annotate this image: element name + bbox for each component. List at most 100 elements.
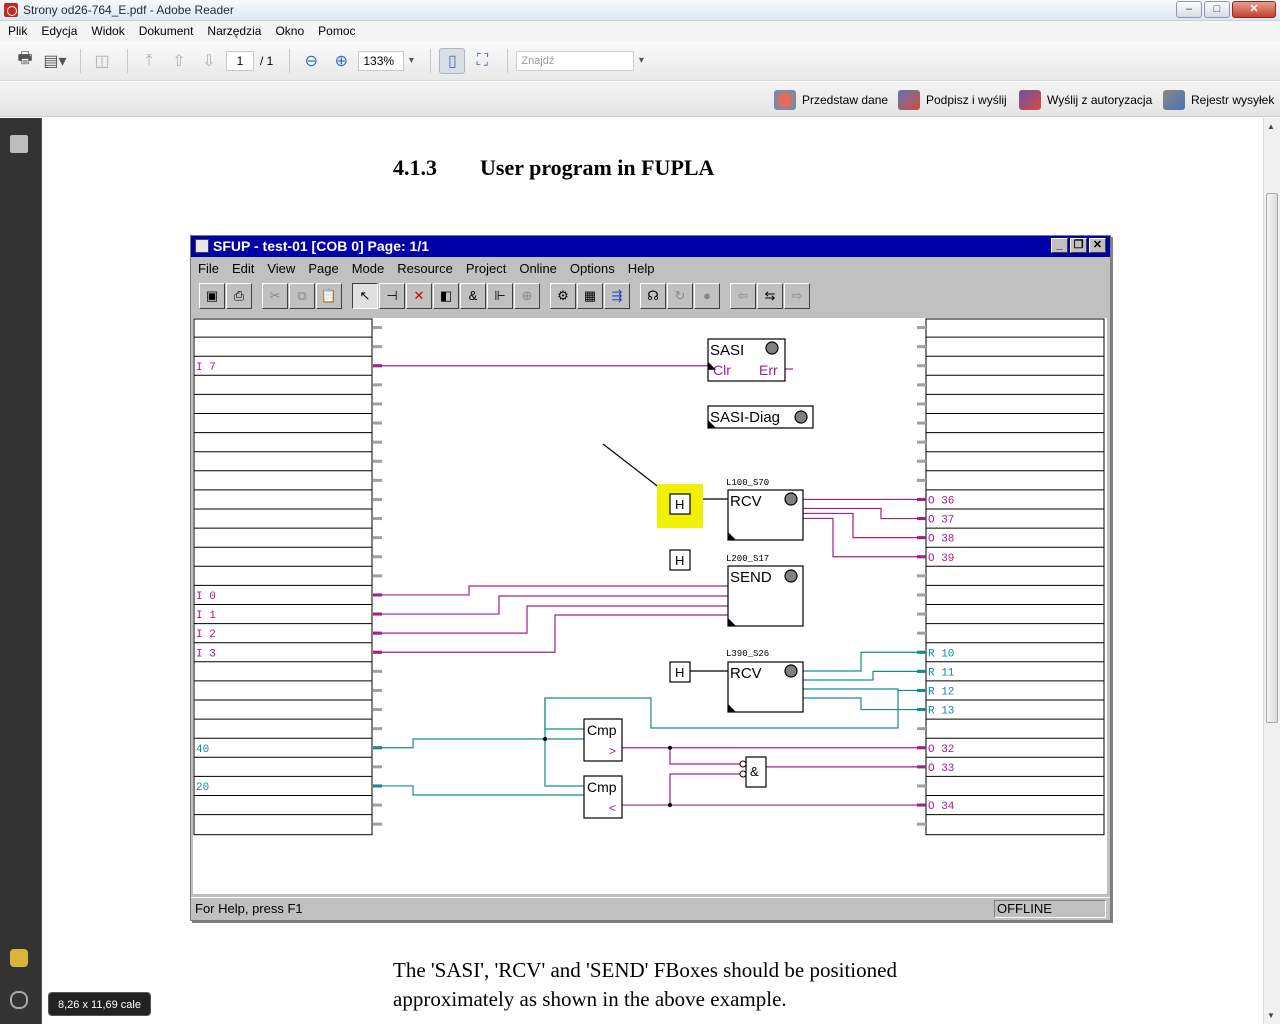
scroll-up-icon[interactable]: ▲ (1267, 122, 1275, 131)
sfup-fbox-icon: ◧ (433, 283, 459, 309)
page-size-tooltip: 8,26 x 11,69 cale (48, 992, 151, 1016)
right-pin (917, 574, 926, 578)
menu-edit[interactable]: Edycja (41, 24, 77, 38)
first-page-icon[interactable]: ⤒ (136, 48, 162, 74)
secondary-toolbar: Przedstaw dane Podpisz i wyślij Wyślij z… (0, 82, 1280, 117)
document-page: 4.1.3 User program in FUPLA SFUP - test-0… (43, 118, 1263, 1024)
sfup-menu-online: Online (519, 260, 557, 276)
left-pin (373, 345, 382, 349)
left-pin-active (373, 364, 382, 368)
right-pin-active (917, 536, 926, 540)
send-auth-button[interactable]: Wyślij z autoryzacja (1019, 90, 1152, 110)
left-pin (373, 421, 382, 425)
menu-view[interactable]: Widok (91, 24, 124, 38)
comments-icon[interactable] (10, 949, 28, 967)
sfup-link-icon: ⊕ (514, 283, 540, 309)
right-io-label: O 33 (928, 763, 954, 775)
status-led-icon (784, 492, 798, 506)
sfup-menu-project: Project (465, 260, 507, 276)
status-led-icon (784, 569, 798, 583)
next-page-icon[interactable]: ⇩ (196, 48, 222, 74)
left-pin (373, 574, 382, 578)
create-pdf-icon[interactable]: ▤▾ (42, 48, 68, 74)
minimize-button[interactable]: – (1176, 1, 1202, 18)
left-pin-active (373, 612, 382, 616)
pages-icon[interactable] (10, 135, 28, 153)
left-pin (373, 326, 382, 330)
left-io-label: I 7 (196, 362, 216, 374)
sfup-menu-page: Page (308, 260, 339, 276)
left-pin-active (373, 631, 382, 635)
sfup-status-mode: OFFLINE (994, 900, 1106, 918)
collaborate-icon[interactable]: ◫ (89, 48, 115, 74)
right-pin-active (917, 650, 926, 654)
vertical-scrollbar[interactable]: ▲ ▼ (1263, 118, 1280, 1024)
left-io-label: I 1 (196, 610, 216, 622)
menu-tools[interactable]: Narzędzia (207, 24, 261, 38)
sfup-cut-icon: ✂ (262, 283, 288, 309)
left-io-label: I 3 (196, 648, 216, 660)
fit-page-icon[interactable]: ▯ (439, 47, 466, 74)
left-pin (373, 803, 382, 807)
right-io-column: O 36 O 37 O 38 O 39 R 10 R 11 R 12 R 13 O 32 O 33… (917, 318, 1105, 836)
sfup-compile-icon: ⚙ (550, 283, 576, 309)
menu-document[interactable]: Dokument (139, 24, 194, 38)
left-pin (373, 497, 382, 501)
zoom-dropdown-icon[interactable]: ▾ (404, 48, 418, 74)
scroll-thumb[interactable] (1266, 193, 1278, 723)
close-button[interactable]: ✕ (1232, 1, 1276, 18)
previous-page-icon[interactable]: ⇧ (166, 48, 192, 74)
present-data-icon (774, 90, 796, 110)
menu-window[interactable]: Okno (275, 24, 304, 38)
right-io-label: O 32 (928, 744, 954, 756)
page-number-input[interactable]: 1 (226, 50, 254, 71)
right-pin-active (917, 803, 926, 807)
send-auth-label: Wyślij z autoryzacja (1047, 93, 1153, 107)
sfup-pages-icon: ⇆ (757, 283, 783, 309)
right-pin-active (917, 765, 926, 769)
cmp2-out: < (609, 801, 616, 815)
and-name: & (750, 764, 759, 779)
sfup-line-icon: ⊣ (379, 283, 405, 309)
sfup-and-icon: & (460, 283, 486, 309)
sign-send-button[interactable]: Podpisz i wyślij (898, 90, 1007, 110)
sfup-connector-icon: ⊩ (487, 283, 513, 309)
print-icon[interactable]: 🖶 (12, 48, 38, 74)
section-title: User program in FUPLA (480, 155, 715, 180)
right-io-label: O 39 (928, 553, 954, 565)
right-pin (917, 459, 926, 463)
sasi-out-label: Err (759, 362, 778, 378)
maximize-button[interactable]: □ (1204, 1, 1230, 18)
zoom-in-icon[interactable]: ⊕ (328, 48, 354, 74)
rcv2-label: L390_S26 (726, 649, 769, 659)
sfup-menu-mode: Mode (351, 260, 385, 276)
find-input[interactable]: Znajdź (516, 50, 635, 71)
menu-help[interactable]: Pomoc (318, 24, 355, 38)
status-led-icon (784, 664, 798, 678)
present-data-label: Przedstaw dane (802, 93, 889, 107)
send-auth-icon (1019, 90, 1041, 110)
zoom-out-icon[interactable]: ⊖ (298, 48, 324, 74)
left-pin (373, 459, 382, 463)
junction-dot (543, 737, 547, 741)
left-pin (373, 555, 382, 559)
h-label: H (675, 665, 684, 680)
right-pin-active (917, 669, 926, 673)
registry-button[interactable]: Rejestr wysyłek (1163, 90, 1274, 110)
sasi-name: SASI (710, 342, 744, 359)
scroll-down-icon[interactable]: ▼ (1267, 1011, 1275, 1020)
present-data-button[interactable]: Przedstaw dane (774, 90, 888, 110)
left-pin (373, 440, 382, 444)
right-io-label: R 11 (928, 667, 955, 679)
zoom-level-input[interactable]: 133% (358, 50, 405, 71)
right-io-label: O 38 (928, 534, 954, 546)
rcv1-label: L100_S70 (726, 478, 769, 488)
sfup-close-button: ✕ (1089, 238, 1106, 253)
find-dropdown-icon[interactable]: ▾ (634, 48, 648, 74)
right-pin (917, 402, 926, 406)
fit-width-icon[interactable]: ⛶ (469, 48, 495, 74)
right-pin-active (917, 555, 926, 559)
attachments-icon[interactable] (10, 991, 28, 1009)
right-pin (917, 440, 926, 444)
menu-file[interactable]: Plik (8, 24, 27, 38)
